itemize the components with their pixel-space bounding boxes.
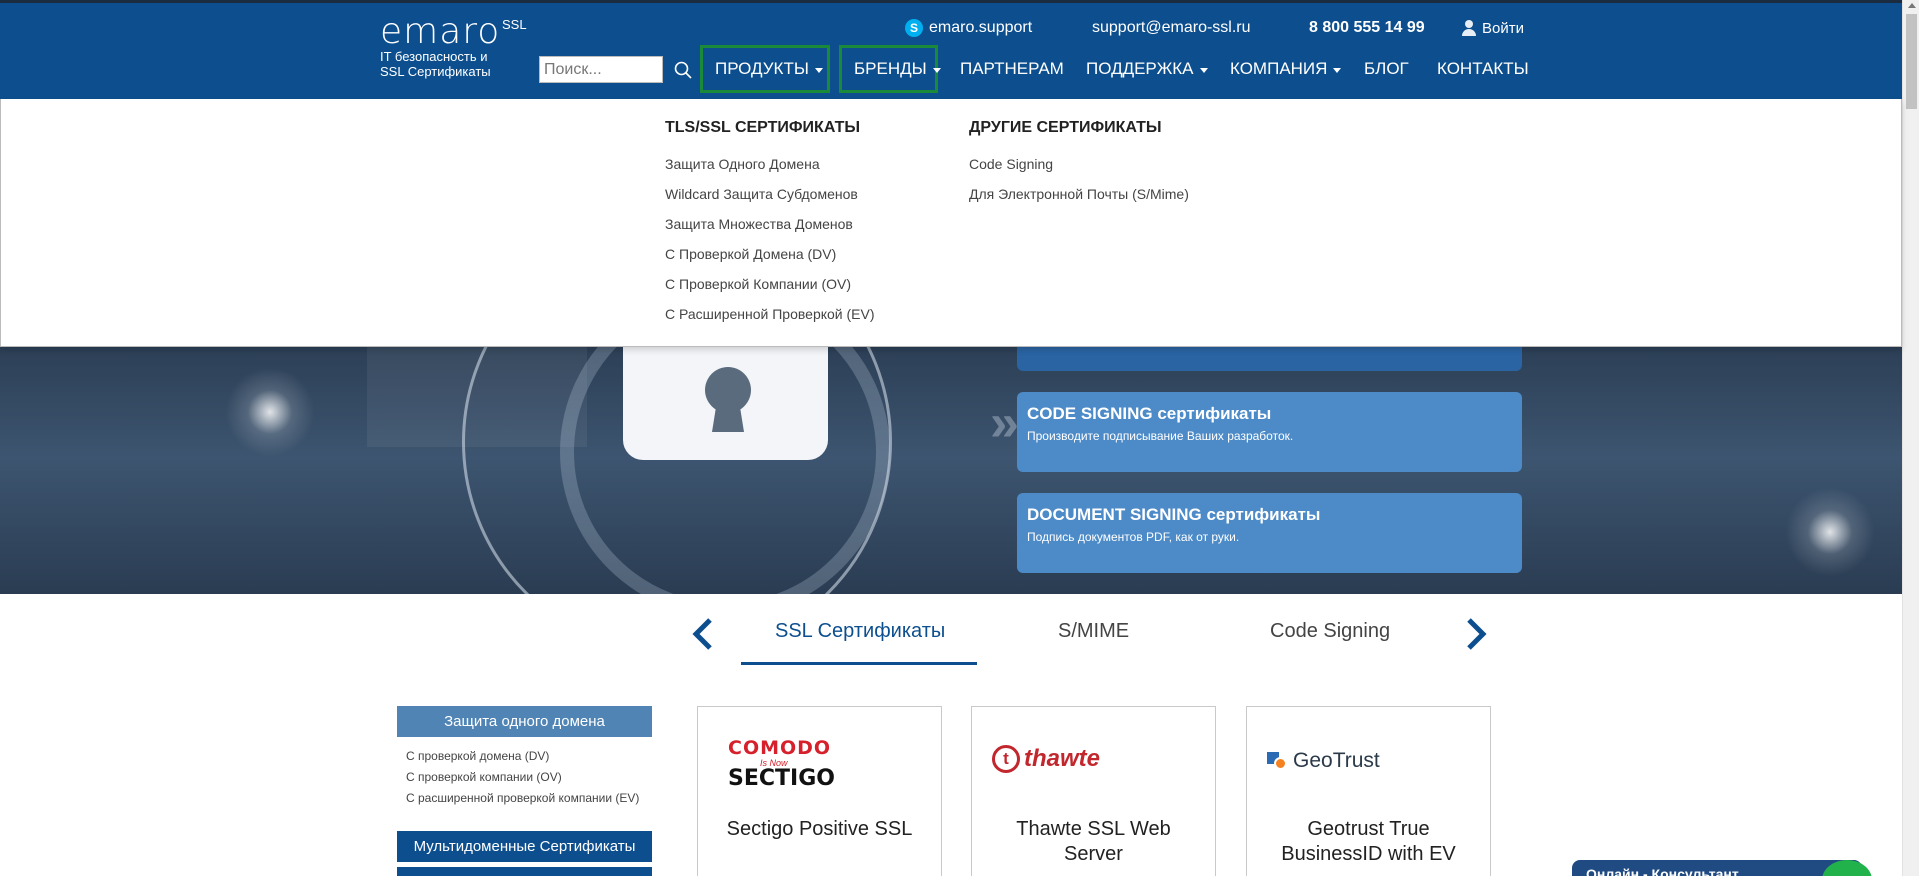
sidebar-header-multidomain[interactable]: Мультидоменные Сертификаты — [397, 831, 652, 862]
hero-card-code-signing[interactable]: CODE SIGNING сертификаты Производите под… — [1017, 392, 1522, 472]
glow-decoration — [1785, 487, 1875, 577]
chevron-down-icon — [932, 67, 941, 73]
nav-products-label: ПРОДУКТЫ — [715, 59, 809, 78]
chevron-right-icon[interactable] — [1461, 614, 1491, 654]
sidebar-header-partial[interactable] — [397, 867, 652, 876]
geotrust-logo-icon — [1267, 752, 1289, 770]
page-scrollbar[interactable] — [1902, 0, 1919, 876]
dropdown-link[interactable]: С Расширенной Проверкой (EV) — [665, 299, 875, 329]
product-title: Sectigo Positive SSL — [726, 818, 913, 840]
skype-icon: S — [905, 19, 923, 37]
logo-tagline-2: SSL Сертификаты — [380, 64, 491, 79]
dropdown-column-other: ДРУГИЕ СЕРТИФИКАТЫ Code Signing Для Элек… — [969, 119, 1189, 209]
dropdown-heading: TLS/SSL СЕРТИФИКАТЫ — [665, 119, 861, 136]
nav-brands-label: БРЕНДЫ — [854, 59, 927, 78]
nav-support[interactable]: ПОДДЕРЖКА — [1086, 45, 1208, 93]
hero-card-title: DOCUMENT SIGNING сертификаты — [1027, 505, 1321, 524]
site-logo[interactable]: emaro SSL IT безопасность и SSL Сертифик… — [380, 11, 527, 80]
chevron-left-icon[interactable] — [688, 614, 718, 654]
dropdown-link[interactable]: Wildcard Защита Субдоменов — [665, 179, 875, 209]
chat-widget[interactable]: Онлайн - Консультант — [1572, 860, 1862, 876]
logo-tagline-1: IT безопасность и — [380, 49, 488, 64]
dropdown-column-tls: TLS/SSL СЕРТИФИКАТЫ Защита Одного Домена… — [665, 119, 875, 329]
thawte-logo-text: thawte — [1024, 745, 1101, 772]
chevron-down-icon — [814, 67, 823, 73]
product-title: Geotrust True BusinessID with EV — [1281, 818, 1456, 865]
tab-ssl[interactable]: SSL Сертификаты — [775, 620, 945, 643]
thawte-logo: t thawte — [992, 745, 1100, 773]
dropdown-link[interactable]: Code Signing — [969, 149, 1189, 179]
nav-brands[interactable]: БРЕНДЫ — [839, 45, 941, 93]
sidebar-link-ov[interactable]: С проверкой компании (OV) — [406, 769, 646, 785]
hero-card-document-signing[interactable]: DOCUMENT SIGNING сертификаты Подпись док… — [1017, 493, 1522, 573]
logo-ssl-label: SSL — [502, 17, 527, 32]
sidebar-link-dv[interactable]: С проверкой домена (DV) — [406, 748, 646, 764]
hero-banner: » CODE SIGNING сертификаты Производите п… — [0, 347, 1902, 594]
sidebar-link-ev[interactable]: С расширенной проверкой компании (EV) — [406, 790, 646, 806]
nav-contacts[interactable]: КОНТАКТЫ — [1437, 45, 1529, 93]
hero-card-desc: Подпись документов PDF, как от руки. — [1027, 530, 1240, 544]
scrollbar-thumb[interactable] — [1906, 14, 1917, 109]
phone-number[interactable]: 8 800 555 14 99 — [1309, 17, 1425, 39]
nav-company[interactable]: КОМПАНИЯ — [1230, 45, 1342, 93]
product-card-sectigo[interactable]: COMODO Is Now SECTIGO Sectigo Positive S… — [697, 706, 942, 876]
nav-blog[interactable]: БЛОГ — [1364, 45, 1409, 93]
nav-support-label: ПОДДЕРЖКА — [1086, 59, 1194, 78]
search-input[interactable] — [539, 56, 663, 83]
login-label: Войти — [1482, 19, 1524, 37]
geotrust-logo-text: GeoTrust — [1293, 749, 1380, 772]
sidebar-header-single-domain[interactable]: Защита одного домена — [397, 706, 652, 737]
nav-partners[interactable]: ПАРТНЕРАМ — [960, 45, 1064, 93]
scroll-up-arrow-icon[interactable] — [1908, 3, 1916, 8]
thawte-logo-icon: t — [992, 745, 1020, 773]
hero-card-desc: Производите подписывание Ваших разработо… — [1027, 429, 1294, 443]
dropdown-link[interactable]: С Проверкой Компании (OV) — [665, 269, 875, 299]
dropdown-link[interactable]: С Проверкой Домена (DV) — [665, 239, 875, 269]
products-dropdown-menu: TLS/SSL СЕРТИФИКАТЫ Защита Одного Домена… — [0, 99, 1902, 347]
hero-card-partial[interactable] — [1017, 347, 1522, 371]
login-link[interactable]: Войти — [1462, 17, 1524, 39]
glow-decoration — [225, 367, 315, 457]
dropdown-link[interactable]: Для Электронной Почты (S/Mime) — [969, 179, 1189, 209]
active-tab-indicator — [741, 662, 977, 665]
double-chevron-icon: » — [990, 394, 1019, 452]
page: emaro SSL IT безопасность и SSL Сертифик… — [0, 0, 1919, 876]
chevron-down-icon — [1199, 67, 1208, 73]
email-link[interactable]: support@emaro-ssl.ru — [1092, 17, 1251, 39]
sectigo-logo: COMODO Is Now SECTIGO — [728, 737, 835, 790]
nav-products[interactable]: ПРОДУКТЫ — [700, 45, 830, 93]
logo-line-1: COMODO — [728, 737, 832, 759]
tab-code-signing[interactable]: Code Signing — [1270, 620, 1390, 643]
tab-smime[interactable]: S/MIME — [1058, 620, 1129, 643]
search-icon[interactable] — [674, 61, 692, 79]
product-card-thawte[interactable]: t thawte Thawte SSL Web Server — [971, 706, 1216, 876]
skype-label: emaro.support — [929, 19, 1033, 36]
logo-wordmark: emaro — [380, 11, 501, 52]
dropdown-link[interactable]: Защита Одного Домена — [665, 149, 875, 179]
product-card-geotrust[interactable]: GeoTrust Geotrust True BusinessID with E… — [1246, 706, 1491, 876]
dropdown-heading: ДРУГИЕ СЕРТИФИКАТЫ — [969, 119, 1162, 136]
logo-line-3: SECTIGO — [728, 766, 835, 791]
user-icon — [1462, 20, 1476, 36]
geotrust-logo: GeoTrust — [1267, 749, 1380, 773]
chevron-down-icon — [1333, 67, 1342, 73]
site-header: emaro SSL IT безопасность и SSL Сертифик… — [0, 0, 1902, 99]
skype-contact[interactable]: S emaro.support — [905, 17, 1032, 39]
hero-card-title: CODE SIGNING сертификаты — [1027, 404, 1272, 423]
dropdown-link[interactable]: Защита Множества Доменов — [665, 209, 875, 239]
nav-company-label: КОМПАНИЯ — [1230, 59, 1328, 78]
product-title: Thawte SSL Web Server — [1016, 818, 1171, 865]
